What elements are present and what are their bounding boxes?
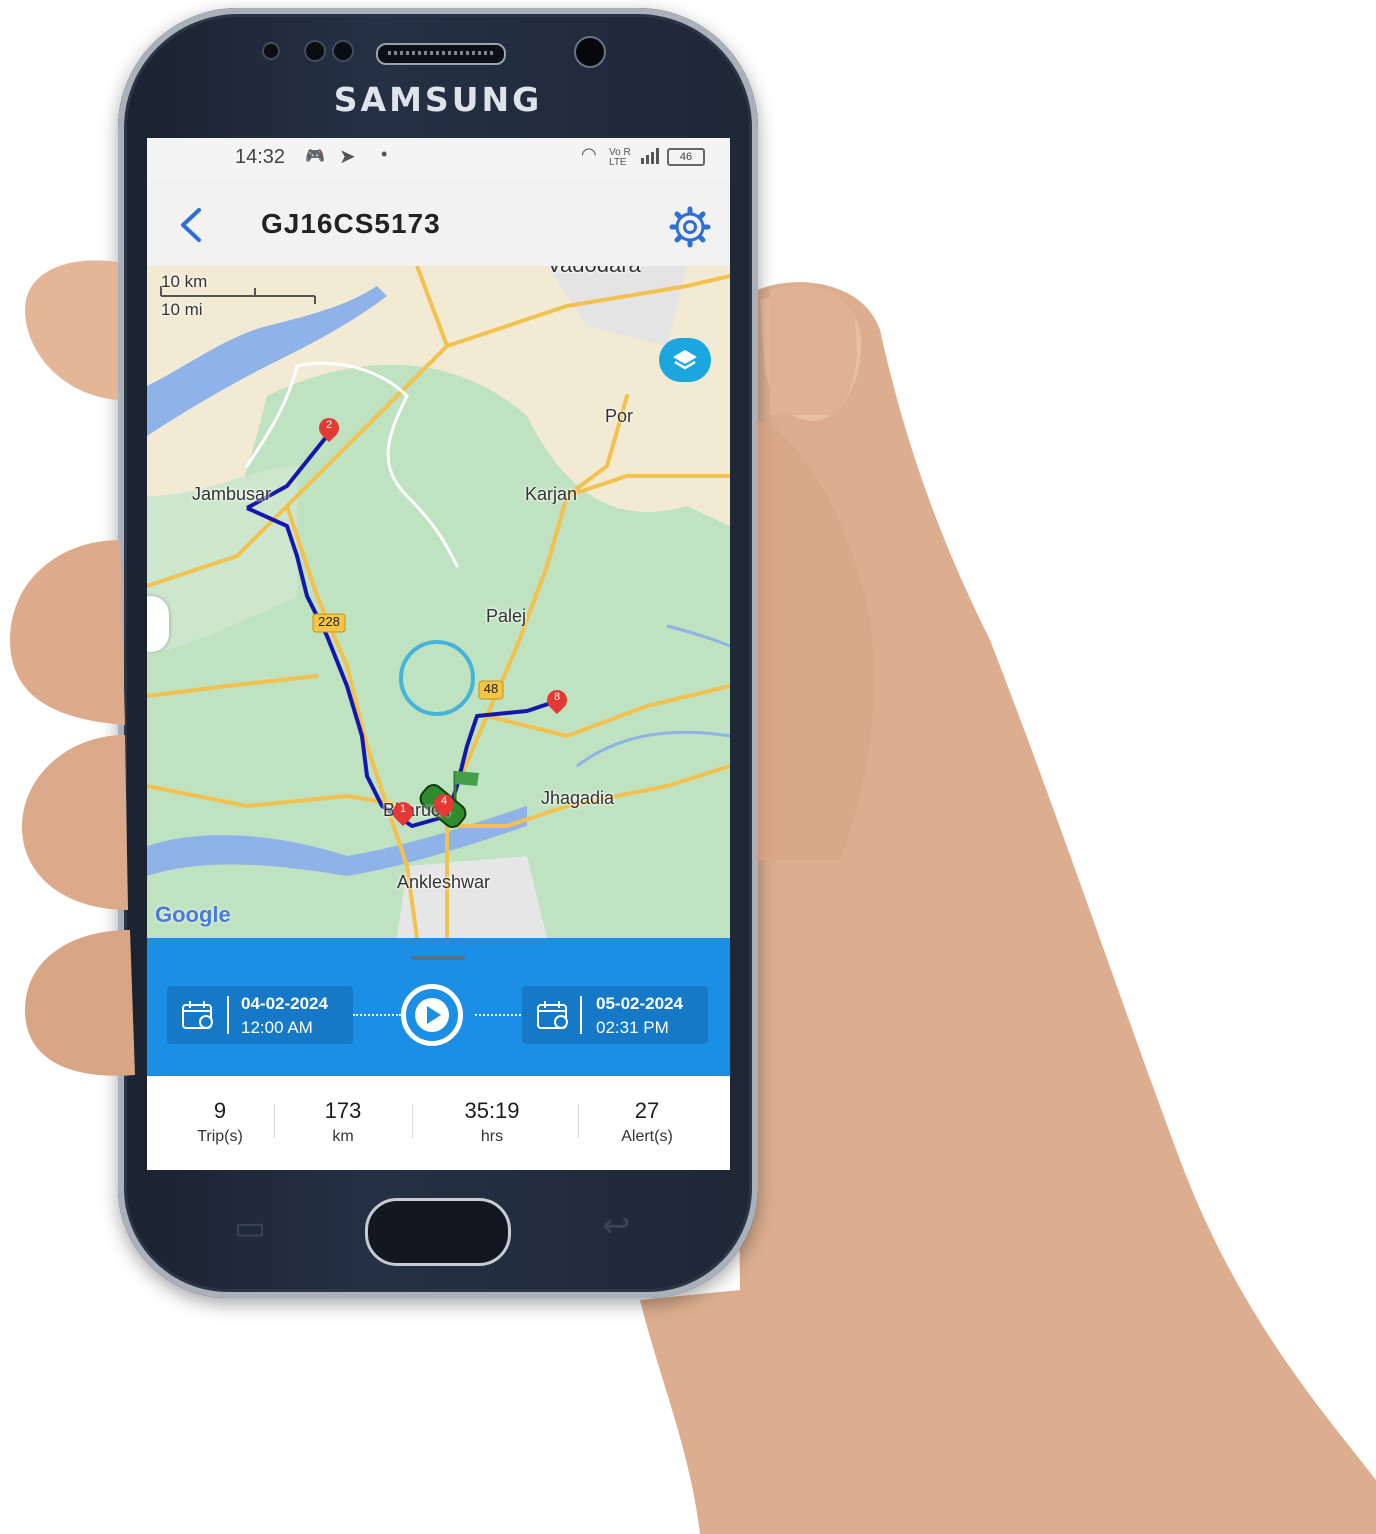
recent-apps-icon[interactable]: ▭ <box>234 1208 266 1248</box>
divider <box>274 1104 275 1138</box>
place-label: Jambusar <box>192 484 272 504</box>
battery-icon: 46 <box>667 148 705 166</box>
stat-duration: 35:19 hrs <box>442 1098 542 1146</box>
status-time: 14:32 <box>235 146 286 168</box>
map-marker-label: 4 <box>440 795 448 807</box>
battery-level: 46 <box>679 151 693 163</box>
start-date-picker[interactable]: 04-02-2024 12:00 AM <box>167 986 353 1044</box>
end-date-picker[interactable]: 05-02-2024 02:31 PM <box>522 986 708 1044</box>
gear-icon[interactable] <box>669 206 711 248</box>
earpiece-speaker <box>376 43 506 65</box>
stat-value: 27 <box>634 1098 660 1123</box>
front-camera <box>574 36 606 68</box>
place-label: Ankleshwar <box>397 872 491 892</box>
map-canvas <box>147 266 730 938</box>
google-logo: Google <box>155 902 231 927</box>
place-label: Jhagadia <box>541 788 615 808</box>
app-screen: 14:32 🎮 ➤ • ◠ Vo R LTE 46 GJ16CS5173 Por… <box>147 138 730 1170</box>
dot-icon: • <box>381 144 388 164</box>
stat-label: Alert(s) <box>621 1128 673 1145</box>
status-bar: 14:32 🎮 ➤ • ◠ Vo R LTE 46 <box>147 138 730 178</box>
wifi-icon: ◠ <box>581 144 597 164</box>
divider <box>227 996 229 1034</box>
map-marker-label: 1 <box>399 803 407 815</box>
calendar-icon <box>537 1001 568 1029</box>
stat-alerts: 27 Alert(s) <box>602 1098 692 1146</box>
stat-label: Trip(s) <box>197 1128 243 1145</box>
road-shield-label: 228 <box>318 614 340 629</box>
scale-km-label: 10 km <box>161 272 208 291</box>
divider <box>412 1104 413 1138</box>
page-title: GJ16CS5173 <box>261 208 441 239</box>
side-drawer-handle[interactable] <box>147 596 169 652</box>
chevron-left-icon[interactable] <box>175 206 205 244</box>
place-label: Vadodara <box>547 266 641 278</box>
app-header: GJ16CS5173 <box>147 178 730 266</box>
stat-value: 173 <box>324 1098 362 1123</box>
connector-line <box>353 1014 401 1016</box>
stat-distance: 173 km <box>299 1098 387 1146</box>
start-time: 12:00 AM <box>241 1018 313 1037</box>
map-marker-label: 2 <box>325 419 333 431</box>
map-view[interactable]: Vadodara Por Jambusar Karjan Palej Jhaga… <box>147 266 730 938</box>
trip-summary: 9 Trip(s) 173 km 35:19 hrs 27 Alert(s) <box>147 1076 730 1170</box>
road-shield-label: 48 <box>483 681 499 696</box>
place-label: Por <box>605 406 634 426</box>
front-sensor <box>304 40 326 62</box>
playback-panel: 04-02-2024 12:00 AM 05-02-2024 02:31 PM <box>147 938 730 1076</box>
place-label: Karjan <box>525 484 578 504</box>
divider <box>578 1104 579 1138</box>
drag-handle[interactable] <box>411 956 465 960</box>
game-icon: 🎮 <box>305 148 325 165</box>
end-time: 02:31 PM <box>596 1018 669 1037</box>
place-label: Palej <box>486 606 527 626</box>
map-marker-label: 8 <box>553 691 561 703</box>
layers-icon <box>673 350 697 370</box>
play-icon <box>415 998 449 1032</box>
signal-icon <box>641 148 659 164</box>
stat-value: 35:19 <box>464 1098 520 1123</box>
start-date: 04-02-2024 <box>241 994 328 1013</box>
send-icon: ➤ <box>339 146 356 168</box>
divider <box>580 996 582 1034</box>
device-brand: SAMSUNG <box>333 80 543 119</box>
stat-value: 9 <box>213 1098 227 1123</box>
connector-line <box>475 1014 521 1016</box>
scale-mi-label: 10 mi <box>161 300 203 319</box>
end-date: 05-02-2024 <box>596 994 683 1013</box>
stat-label: hrs <box>480 1128 504 1145</box>
stat-label: km <box>332 1128 354 1145</box>
front-sensor <box>332 40 354 62</box>
play-button[interactable] <box>401 984 463 1046</box>
calendar-icon <box>182 1001 213 1029</box>
stat-trips: 9 Trip(s) <box>177 1098 263 1146</box>
front-sensor <box>262 42 280 60</box>
back-key-icon[interactable]: ↩ <box>602 1206 631 1246</box>
home-button[interactable] <box>365 1198 511 1266</box>
